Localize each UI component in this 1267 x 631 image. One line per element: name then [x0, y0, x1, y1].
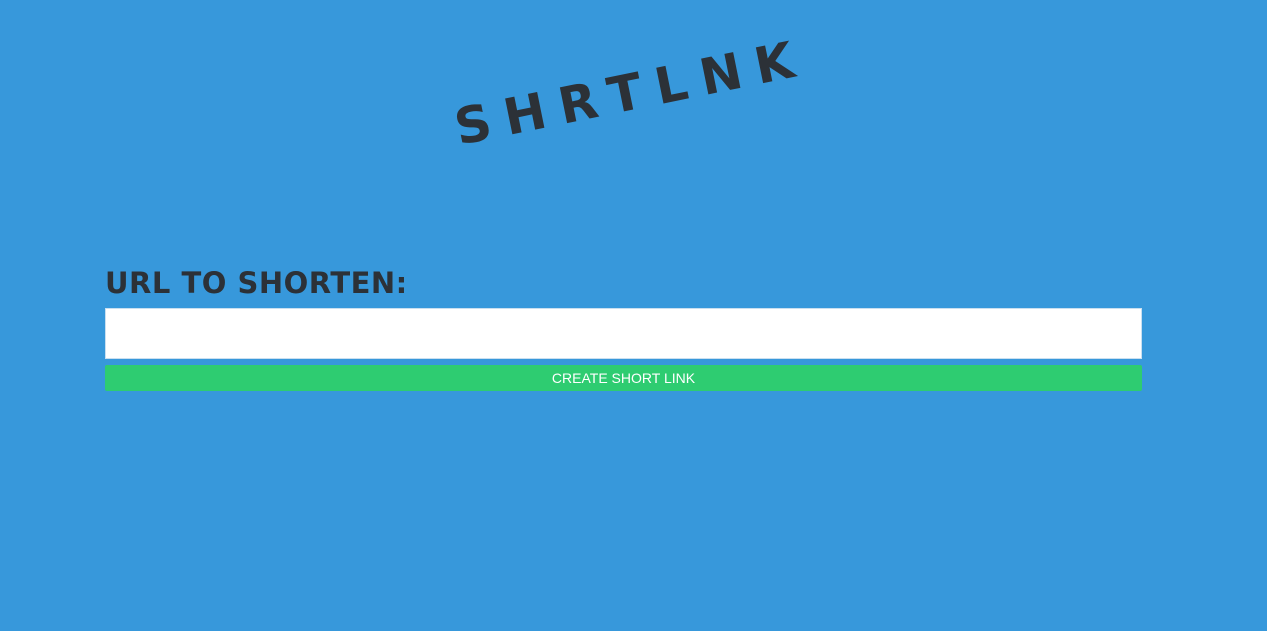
url-input[interactable]: [105, 308, 1142, 359]
site-logo: SHRTLNK: [449, 28, 813, 157]
shortener-page: SHRTLNK URL TO SHORTEN: CREATE SHORT LIN…: [0, 0, 1267, 631]
url-field-label: URL TO SHORTEN:: [105, 266, 408, 300]
create-short-link-button[interactable]: CREATE SHORT LINK: [105, 365, 1142, 391]
